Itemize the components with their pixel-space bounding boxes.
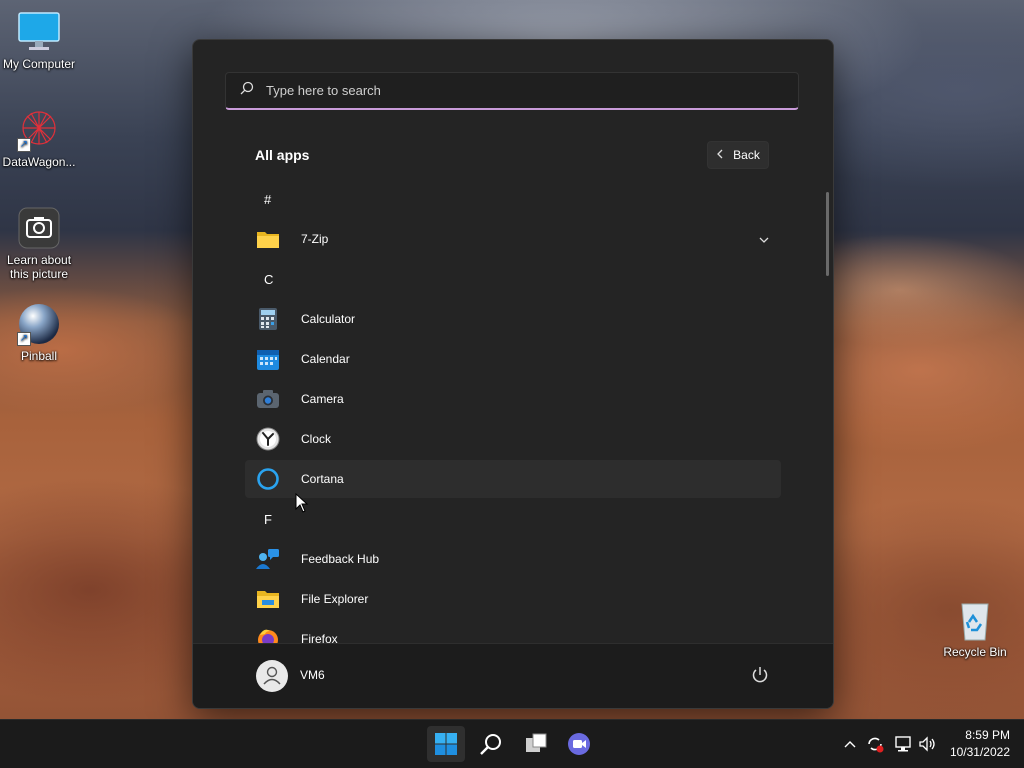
chevron-up-icon [844,741,856,748]
chevron-left-icon [716,148,724,162]
desktop-icon-label: Recycle Bin [943,645,1007,659]
camera-icon [17,206,61,250]
start-menu: All apps Back # 7-Zip C [192,39,834,709]
start-button[interactable] [427,726,465,762]
all-apps-title: All apps [255,147,310,163]
network-icon [895,736,911,752]
app-item-7zip[interactable]: 7-Zip [245,220,781,258]
app-label: Clock [301,432,332,446]
app-item-file-explorer[interactable]: File Explorer [245,580,781,618]
app-item-calculator[interactable]: Calculator [245,300,781,338]
search-icon [480,734,501,755]
task-view-icon [526,733,547,752]
volume-tray-button[interactable] [917,732,937,756]
app-item-camera[interactable]: Camera [245,380,781,418]
letter-label: # [264,191,272,207]
power-button[interactable] [749,664,771,686]
task-view-button[interactable] [517,726,555,762]
app-list: # 7-Zip C Calculator Calendar Camera Clo… [245,180,781,644]
power-icon [752,667,768,683]
recycle-bin-icon [953,598,997,642]
clock-date: 10/31/2022 [949,745,1010,759]
letter-header-f[interactable]: F [245,500,781,538]
feedback-hub-icon [256,547,280,571]
app-list-scrollbar[interactable] [826,192,829,276]
desktop-icon-datawagon[interactable]: ↗ DataWagon... [1,108,77,169]
desktop-icon-label: DataWagon... [2,155,76,169]
user-avatar[interactable] [256,660,288,692]
pinball-icon: ↗ [17,302,61,346]
app-item-firefox[interactable]: Firefox [245,620,781,644]
taskbar-clock[interactable]: 8:59 PM 10/31/2022 [950,727,1010,761]
user-icon [263,666,281,685]
calculator-icon [256,307,280,331]
app-label: Calendar [301,352,350,366]
app-label: Calculator [301,312,356,326]
app-label: Feedback Hub [301,552,380,566]
user-name[interactable]: VM6 [300,668,325,682]
desktop-icon-recycle-bin[interactable]: Recycle Bin [937,598,1013,659]
datawagon-icon: ↗ [17,108,61,152]
file-explorer-icon [256,587,280,611]
letter-label: F [264,511,272,527]
back-label: Back [733,148,760,162]
calendar-icon [256,347,280,371]
monitor-icon [17,10,61,54]
app-label: File Explorer [301,592,369,606]
clock-icon [256,427,280,451]
start-icon [435,733,457,755]
chat-button[interactable] [560,726,598,762]
folder-icon [256,227,280,251]
desktop-icon-label: My Computer [2,57,76,71]
sync-tray-button[interactable] [865,732,885,756]
desktop-icon-pinball[interactable]: ↗ Pinball [1,302,77,363]
desktop-icon-label: Pinball [20,349,58,363]
app-label: Camera [301,392,344,406]
shortcut-arrow-icon: ↗ [17,332,31,346]
search-icon [240,81,254,100]
start-menu-footer: VM6 [193,643,833,708]
taskbar-search-button[interactable] [472,726,510,762]
search-input[interactable] [264,82,768,99]
letter-header-c[interactable]: C [245,260,781,298]
desktop-icon-my-computer[interactable]: My Computer [1,10,77,71]
desktop-icon-learn-about-picture[interactable]: Learn about this picture [1,206,77,281]
app-item-calendar[interactable]: Calendar [245,340,781,378]
show-hidden-icons-button[interactable] [843,732,857,756]
search-box[interactable] [225,72,799,110]
camera-app-icon [256,387,280,411]
app-item-feedback-hub[interactable]: Feedback Hub [245,540,781,578]
cortana-icon [256,467,280,491]
app-label: Cortana [301,472,344,486]
taskbar: 8:59 PM 10/31/2022 [0,719,1024,768]
letter-header-hash[interactable]: # [245,180,781,218]
back-button[interactable]: Back [707,141,769,169]
letter-label: C [264,271,274,287]
app-item-clock[interactable]: Clock [245,420,781,458]
desktop-icon-label: Learn about this picture [6,253,72,281]
firefox-icon [256,627,280,644]
app-item-cortana[interactable]: Cortana [245,460,781,498]
sync-icon [868,737,884,753]
chevron-down-icon[interactable] [759,233,769,247]
chat-icon [568,733,590,755]
clock-time: 8:59 PM [965,728,1010,742]
shortcut-arrow-icon: ↗ [17,138,31,152]
network-tray-button[interactable] [893,732,913,756]
volume-icon [919,736,935,752]
app-label: 7-Zip [301,232,329,246]
